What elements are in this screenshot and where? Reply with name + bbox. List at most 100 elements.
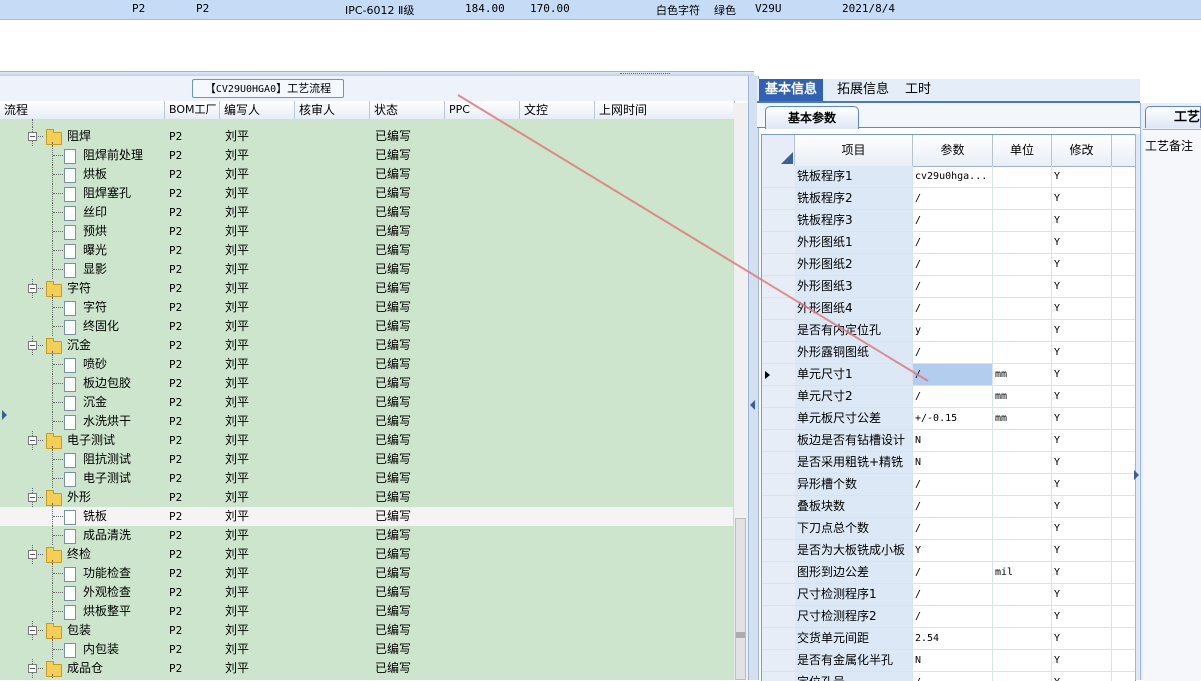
param-modify-cell[interactable]: Y [1052, 562, 1112, 583]
row-indicator[interactable] [762, 232, 796, 253]
param-unit-cell[interactable] [993, 166, 1052, 187]
param-modify-cell[interactable]: Y [1052, 342, 1112, 363]
param-unit-cell[interactable] [993, 276, 1052, 297]
param-value-cell[interactable]: N [913, 430, 993, 451]
param-row[interactable]: 是否采用粗铣+精铣 N Y [762, 452, 1135, 474]
param-value-cell[interactable]: N [913, 452, 993, 473]
param-modify-cell[interactable]: Y [1052, 232, 1112, 253]
param-modify-cell[interactable]: Y [1052, 452, 1112, 473]
param-row[interactable]: 外形图纸2/ Y [762, 254, 1135, 276]
param-row[interactable]: 是否有内定位孔 y Y [762, 320, 1135, 342]
tree-row[interactable]: − 包装 P2 刘平 已编写 [0, 621, 733, 640]
tree-row[interactable]: 终固化 P2 刘平 已编写 [0, 317, 733, 336]
param-unit-cell[interactable]: mm [993, 364, 1052, 385]
param-item-cell[interactable]: 板边是否有钻槽设计 [795, 430, 913, 451]
param-unit-cell[interactable] [993, 254, 1052, 275]
param-modify-cell[interactable]: Y [1052, 584, 1112, 605]
param-value-cell[interactable]: / [913, 364, 993, 385]
param-value-cell[interactable]: +/-0.15 [913, 408, 993, 429]
param-row[interactable]: 铣板程序3/ Y [762, 210, 1135, 232]
row-indicator[interactable] [762, 562, 796, 583]
param-value-cell[interactable]: / [913, 606, 993, 627]
param-item-cell[interactable]: 尺寸检测程序2 [795, 606, 913, 627]
tree-row[interactable]: 阻抗测试 P2 刘平 已编写 [0, 450, 733, 469]
param-row[interactable]: 单元尺寸2/mm Y [762, 386, 1135, 408]
tree-row[interactable]: 丝印 P2 刘平 已编写 [0, 203, 733, 222]
param-modify-cell[interactable]: Y [1052, 386, 1112, 407]
param-unit-cell[interactable] [993, 188, 1052, 209]
tab-basic-info[interactable]: 基本信息 [759, 79, 824, 101]
param-row[interactable]: 是否有金属化半孔 N Y [762, 650, 1135, 672]
row-indicator[interactable] [762, 210, 796, 231]
row-indicator[interactable] [762, 430, 796, 451]
param-item-cell[interactable]: 单元板尺寸公差 [795, 408, 913, 429]
param-unit-cell[interactable] [993, 320, 1052, 341]
param-unit-cell[interactable] [993, 474, 1052, 495]
tree-row[interactable]: − 字符 P2 刘平 已编写 [0, 279, 733, 298]
param-value-cell[interactable]: / [913, 276, 993, 297]
param-row[interactable]: 单元尺寸1/mm Y [762, 364, 1135, 386]
param-item-cell[interactable]: 单元尺寸2 [795, 386, 913, 407]
tree-row[interactable]: − 外形 P2 刘平 已编写 [0, 488, 733, 507]
param-value-cell[interactable]: / [913, 496, 993, 517]
tree-row[interactable]: 板边包胶 P2 刘平 已编写 [0, 374, 733, 393]
param-row[interactable]: 下刀点总个数 / Y [762, 518, 1135, 540]
param-row[interactable]: 外形图纸4/ Y [762, 298, 1135, 320]
collapse-panel-icon[interactable] [2, 410, 7, 420]
tree-scroll-thumb[interactable] [735, 518, 746, 680]
param-unit-cell[interactable] [993, 584, 1052, 605]
tree-row[interactable]: 沉金 P2 刘平 已编写 [0, 393, 733, 412]
col-modify[interactable]: 修改 [1052, 135, 1112, 166]
collapse-node-icon[interactable]: − [28, 626, 37, 635]
row-indicator[interactable] [762, 166, 796, 187]
param-modify-cell[interactable]: Y [1052, 408, 1112, 429]
tab-process[interactable]: 工艺 [1145, 106, 1201, 128]
tree-row[interactable]: 烘板 P2 刘平 已编写 [0, 165, 733, 184]
param-item-cell[interactable]: 交货单元间距 [795, 628, 913, 649]
param-unit-cell[interactable] [993, 452, 1052, 473]
col-reviewer[interactable]: 核审人 [295, 101, 370, 119]
param-item-cell[interactable]: 叠板块数 [795, 496, 913, 517]
row-indicator[interactable] [762, 364, 796, 385]
tree-row[interactable]: − 终检 P2 刘平 已编写 [0, 545, 733, 564]
row-indicator[interactable] [762, 254, 796, 275]
param-item-cell[interactable]: 尺寸检测程序1 [795, 584, 913, 605]
row-indicator[interactable] [762, 320, 796, 341]
param-item-cell[interactable]: 外形图纸1 [795, 232, 913, 253]
param-item-cell[interactable]: 外形图纸3 [795, 276, 913, 297]
param-value-cell[interactable]: / [913, 474, 993, 495]
col-ppc[interactable]: PPC [445, 101, 520, 119]
row-indicator[interactable] [762, 386, 796, 407]
param-row[interactable]: 板边是否有钻槽设计 N Y [762, 430, 1135, 452]
param-modify-cell[interactable]: Y [1052, 254, 1112, 275]
param-modify-cell[interactable]: Y [1052, 210, 1112, 231]
param-value-cell[interactable]: N [913, 650, 993, 671]
param-unit-cell[interactable] [993, 342, 1052, 363]
tree-row[interactable]: − 成品仓 P2 刘平 已编写 [0, 659, 733, 678]
row-indicator[interactable] [762, 650, 796, 671]
grid-corner[interactable] [762, 135, 795, 166]
tree-row[interactable]: 功能检查 P2 刘平 已编写 [0, 564, 733, 583]
param-value-cell[interactable]: / [913, 342, 993, 363]
tree-row[interactable]: 铣板 P2 刘平 已编写 [0, 507, 733, 526]
row-indicator[interactable] [762, 606, 796, 627]
param-value-cell[interactable]: / [913, 386, 993, 407]
row-indicator[interactable] [762, 628, 796, 649]
param-unit-cell[interactable] [993, 430, 1052, 451]
tree-row[interactable]: 显影 P2 刘平 已编写 [0, 260, 733, 279]
param-row[interactable]: 图形到边公差 / mil Y [762, 562, 1135, 584]
param-modify-cell[interactable]: Y [1052, 430, 1112, 451]
vertical-splitter[interactable] [748, 76, 759, 680]
param-value-cell[interactable]: / [913, 232, 993, 253]
param-row[interactable]: 单元板尺寸公差 +/-0.15 mm Y [762, 408, 1135, 430]
row-indicator[interactable] [762, 518, 796, 539]
collapse-node-icon[interactable]: − [28, 550, 37, 559]
collapse-node-icon[interactable]: − [28, 436, 37, 445]
param-row[interactable]: 交货单元间距 2.54 Y [762, 628, 1135, 650]
tree-row[interactable]: 曝光 P2 刘平 已编写 [0, 241, 733, 260]
param-value-cell[interactable]: 2.54 [913, 628, 993, 649]
tab-extended-info[interactable]: 拓展信息 [831, 79, 895, 101]
param-modify-cell[interactable]: Y [1052, 188, 1112, 209]
tree-row[interactable]: − 沉金 P2 刘平 已编写 [0, 336, 733, 355]
param-item-cell[interactable]: 是否为大板铣成小板 [795, 540, 913, 561]
